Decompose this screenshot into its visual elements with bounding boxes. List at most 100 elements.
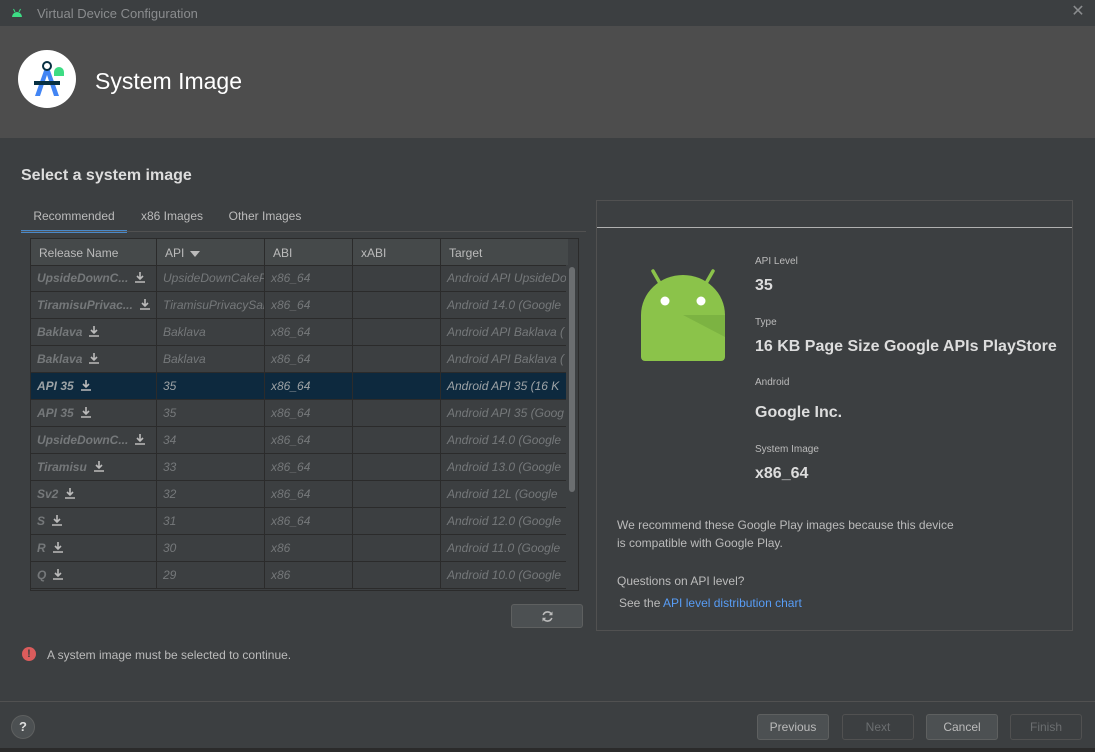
cell-abi: x86_64: [265, 373, 353, 399]
download-icon[interactable]: [93, 460, 105, 472]
column-xabi[interactable]: xABI: [353, 239, 441, 265]
footer-divider: [0, 701, 1095, 702]
sort-descending-icon: [190, 250, 201, 257]
download-icon[interactable]: [139, 298, 151, 310]
cell-xabi: [353, 427, 441, 453]
system-image-value: x86_64: [755, 465, 809, 482]
column-target[interactable]: Target: [441, 239, 568, 265]
cell-release-name: S: [31, 508, 157, 534]
table-row[interactable]: API 35 35 x86_64 Android API 35 (Goog: [31, 400, 566, 427]
system-image-table: Release Name API ABI xABI Target UpsideD…: [30, 238, 579, 591]
cell-abi: x86_64: [265, 400, 353, 426]
image-details-panel: API Level 35 Type 16 KB Page Size Google…: [596, 200, 1073, 631]
type-label: Type: [755, 317, 777, 328]
cell-api: 30: [157, 535, 265, 561]
table-row[interactable]: R 30 x86 Android 11.0 (Google: [31, 535, 566, 562]
table-row[interactable]: UpsideDownC... UpsideDownCakeP x86_64 Andro…: [31, 265, 566, 292]
cell-xabi: [353, 481, 441, 507]
download-icon[interactable]: [134, 433, 146, 445]
window-title: Virtual Device Configuration: [37, 6, 198, 21]
table-body: UpsideDownC... UpsideDownCakeP x86_64 Andro…: [31, 265, 566, 589]
cell-release-name: UpsideDownC...: [31, 265, 157, 291]
download-icon[interactable]: [80, 406, 92, 418]
download-icon[interactable]: [52, 541, 64, 553]
download-icon[interactable]: [64, 487, 76, 499]
cell-release-name: Baklava: [31, 346, 157, 372]
finish-button[interactable]: Finish: [1010, 714, 1082, 740]
cell-release-name: Q: [31, 562, 157, 588]
column-release-name[interactable]: Release Name: [31, 239, 157, 265]
cell-target: Android API Baklava (: [447, 352, 564, 366]
android-studio-icon: [12, 8, 22, 17]
cell-xabi: [353, 319, 441, 345]
panel-divider: [597, 227, 1072, 228]
cell-release-name: TiramisuPrivac...: [31, 292, 157, 318]
error-icon: !: [22, 647, 36, 661]
questions-text: Questions on API level?: [617, 574, 745, 588]
cell-api: 35: [157, 373, 265, 399]
cell-api: 34: [157, 427, 265, 453]
cell-api: TiramisuPrivacySar: [157, 292, 265, 318]
vertical-scrollbar[interactable]: [566, 265, 578, 590]
table-header: Release Name API ABI xABI Target: [31, 239, 568, 266]
vendor-label: Android: [755, 377, 790, 388]
cell-abi: x86_64: [265, 427, 353, 453]
column-abi[interactable]: ABI: [265, 239, 353, 265]
api-distribution-chart-link[interactable]: API level distribution chart: [663, 596, 802, 610]
tab-other-images[interactable]: Other Images: [225, 205, 305, 230]
previous-button[interactable]: Previous: [757, 714, 829, 740]
table-row[interactable]: S 31 x86_64 Android 12.0 (Google: [31, 508, 566, 535]
cell-api: Baklava: [157, 319, 265, 345]
help-button[interactable]: ?: [11, 715, 35, 739]
cell-api: Baklava: [157, 346, 265, 372]
cell-xabi: [353, 508, 441, 534]
table-row[interactable]: TiramisuPrivac... TiramisuPrivacySar x86_6…: [31, 292, 566, 319]
cell-target: Android API 35 (16 K: [447, 379, 560, 393]
table-row[interactable]: Q 29 x86 Android 10.0 (Google: [31, 562, 566, 589]
next-button[interactable]: Next: [842, 714, 914, 740]
cell-target: Android API UpsideDo: [447, 271, 566, 285]
android-studio-logo: [18, 50, 76, 108]
download-icon[interactable]: [51, 514, 63, 526]
cell-xabi: [353, 265, 441, 291]
cell-release-name: Sv2: [31, 481, 157, 507]
cell-api: UpsideDownCakeP: [157, 265, 265, 291]
scrollbar-thumb[interactable]: [569, 267, 575, 492]
recommendation-text: We recommend these Google Play images be…: [617, 518, 954, 550]
cell-abi: x86: [265, 562, 353, 588]
table-row[interactable]: Baklava Baklava x86_64 Android API Baklava …: [31, 319, 566, 346]
cell-abi: x86_64: [265, 265, 353, 291]
cell-api: 35: [157, 400, 265, 426]
cell-target: Android 12.0 (Google: [447, 514, 562, 528]
table-row[interactable]: Sv2 32 x86_64 Android 12L (Google: [31, 481, 566, 508]
download-icon[interactable]: [52, 568, 64, 580]
cell-api: 29: [157, 562, 265, 588]
cell-target: Android 11.0 (Google: [447, 541, 561, 555]
download-icon[interactable]: [88, 352, 100, 364]
table-row[interactable]: API 35 35 x86_64 Android API 35 (16 K: [31, 373, 566, 400]
section-title: Select a system image: [21, 167, 192, 184]
refresh-button[interactable]: [511, 604, 583, 628]
cell-target: Android 14.0 (Google: [447, 433, 562, 447]
cell-xabi: [353, 400, 441, 426]
tab-recommended[interactable]: Recommended: [21, 205, 127, 233]
tab-underline: [21, 231, 586, 232]
table-row[interactable]: Tiramisu 33 x86_64 Android 13.0 (Google: [31, 454, 566, 481]
error-message: A system image must be selected to conti…: [47, 648, 292, 662]
download-icon[interactable]: [88, 325, 100, 337]
cell-abi: x86: [265, 535, 353, 561]
download-icon[interactable]: [80, 379, 92, 391]
tab-x86-images[interactable]: x86 Images: [135, 205, 209, 230]
cell-release-name: Baklava: [31, 319, 157, 345]
close-icon[interactable]: ✕: [1069, 3, 1087, 21]
cell-xabi: [353, 535, 441, 561]
table-row[interactable]: Baklava Baklava x86_64 Android API Baklava …: [31, 346, 566, 373]
column-api[interactable]: API: [157, 239, 265, 265]
cell-release-name: Tiramisu: [31, 454, 157, 480]
download-icon[interactable]: [134, 271, 146, 283]
cell-target: Android 12L (Google: [447, 487, 558, 501]
cancel-button[interactable]: Cancel: [926, 714, 998, 740]
table-row[interactable]: UpsideDownC... 34 x86_64 Android 14.0 (Goog…: [31, 427, 566, 454]
page-heading: System Image: [95, 68, 242, 94]
vendor-value: Google Inc.: [755, 404, 843, 421]
